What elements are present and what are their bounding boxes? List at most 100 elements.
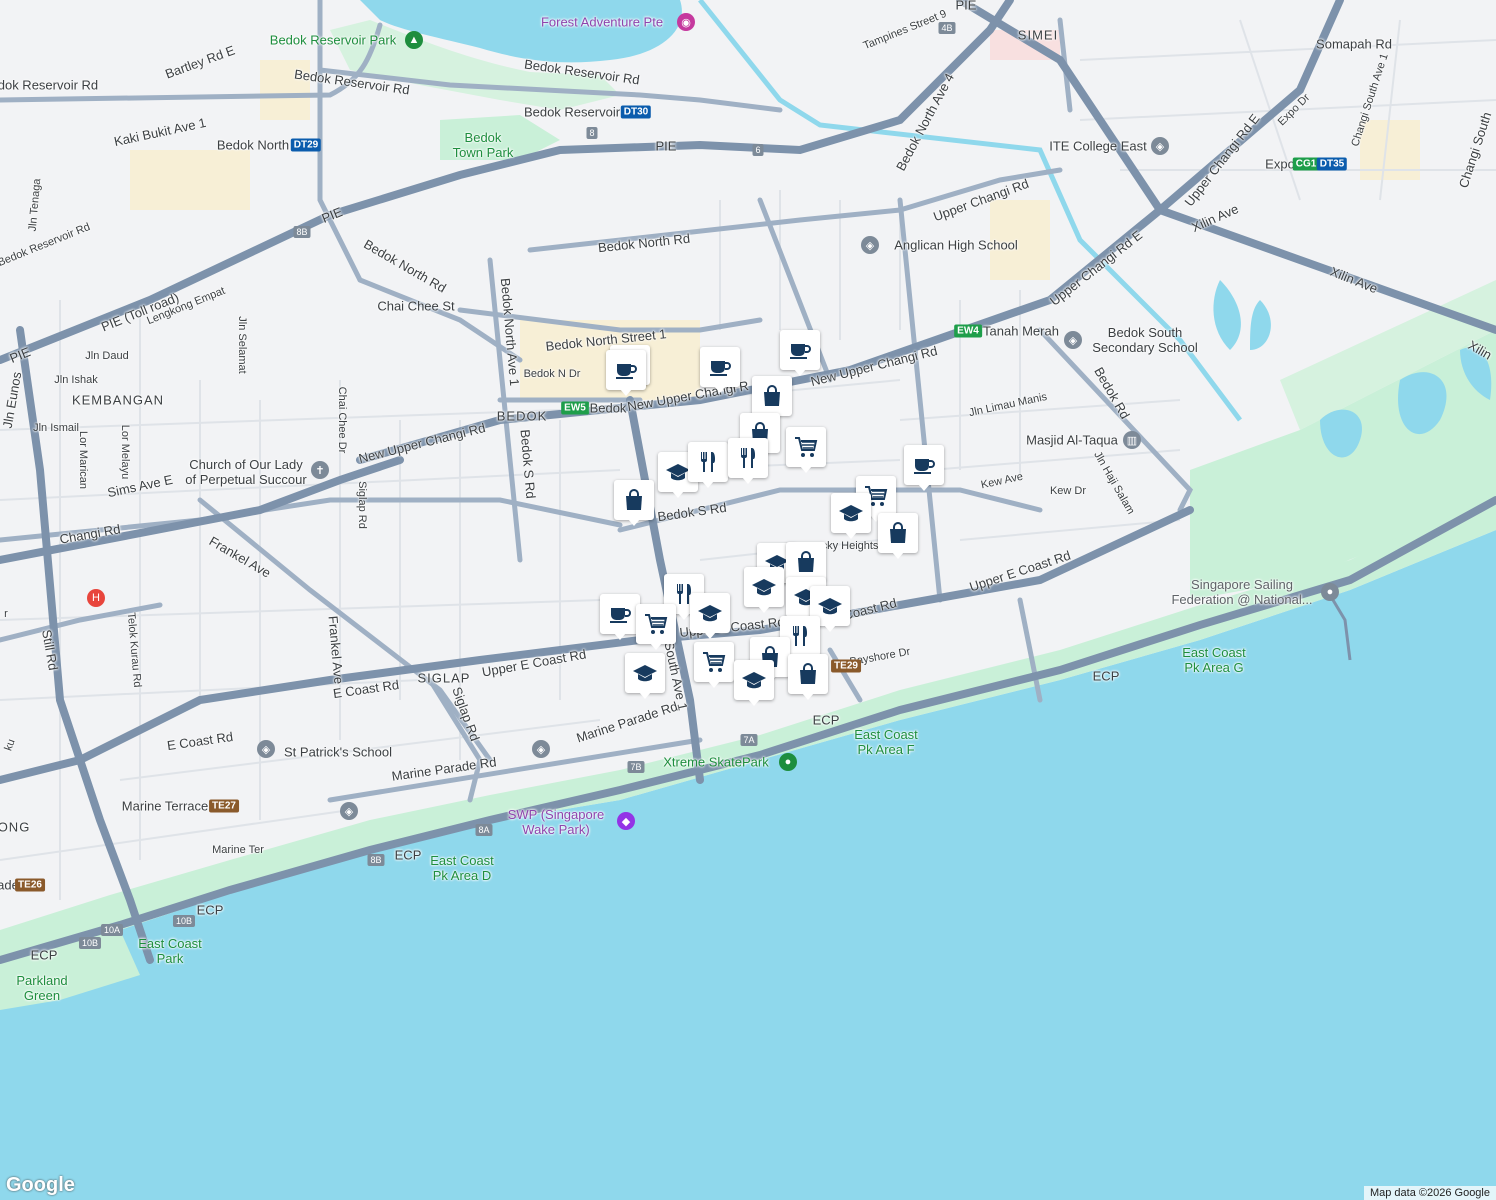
- map-pin[interactable]: [606, 350, 646, 396]
- school-poi-icon-2[interactable]: ◈: [1064, 331, 1082, 349]
- badge-exit-8b-2: 8B: [367, 854, 385, 866]
- label-simei: SIMEI: [1017, 27, 1059, 43]
- shopping-cart-icon: [790, 431, 822, 463]
- shopping-bag-icon: [790, 546, 822, 578]
- map-pin[interactable]: [625, 653, 665, 699]
- map-canvas[interactable]: Bedok Reservoir Park ▲ Forest Adventure …: [0, 0, 1496, 1200]
- badge-exit-6: 6: [752, 144, 764, 156]
- badge-te27: TE27: [209, 799, 239, 813]
- label-bedok-station: Bedok: [589, 400, 627, 416]
- map-pin[interactable]: [788, 654, 828, 700]
- badge-ew4: EW4: [954, 324, 982, 338]
- cafe-icon: [610, 354, 642, 386]
- restaurant-icon: [732, 442, 764, 474]
- label-marine-ter: Marine Ter: [212, 844, 264, 856]
- label-ecp-4: ECP: [196, 902, 224, 918]
- graduation-cap-icon[interactable]: ◈: [1151, 137, 1169, 155]
- shopping-bag-icon: [882, 517, 914, 549]
- map-pin[interactable]: [600, 594, 640, 640]
- label-bedok-north-station: Bedok North: [216, 137, 290, 153]
- label-siglap: SIGLAP: [417, 670, 471, 686]
- school-icon: [748, 571, 780, 603]
- shopping-bag-icon: [756, 380, 788, 412]
- cafe-icon: [604, 598, 636, 630]
- badge-cg1: CG1: [1292, 157, 1320, 171]
- restaurant-icon: [692, 446, 724, 478]
- label-bedok-town-park: Bedok Town Park: [452, 130, 514, 160]
- label-bedok-reservoir-park: Bedok Reservoir Park: [269, 32, 397, 48]
- camera-icon[interactable]: ◉: [677, 13, 695, 31]
- badge-te26: TE26: [15, 878, 45, 892]
- badge-exit-8: 8: [586, 127, 598, 139]
- map-pin[interactable]: [614, 480, 654, 526]
- map-pin[interactable]: [831, 493, 871, 539]
- map-pin[interactable]: [780, 330, 820, 376]
- label-ecp-5: ECP: [30, 947, 58, 963]
- shopping-cart-icon: [640, 608, 672, 640]
- park-icon[interactable]: ▲: [405, 31, 423, 49]
- badge-exit-8a: 8A: [475, 824, 493, 836]
- label-parkland-green: Parkland Green: [16, 973, 68, 1003]
- wake-park-icon[interactable]: ◆: [617, 812, 635, 830]
- map-pin[interactable]: [734, 660, 774, 706]
- map-pin[interactable]: [690, 593, 730, 639]
- school-icon: [835, 497, 867, 529]
- label-ong: ONG: [0, 819, 31, 835]
- label-chai-chee-dr: Chai Chee Dr: [336, 386, 348, 454]
- badge-exit-7a: 7A: [740, 734, 758, 746]
- map-pin[interactable]: [904, 445, 944, 491]
- map-pin[interactable]: [694, 642, 734, 688]
- label-bedok: BEDOK: [496, 408, 548, 424]
- cafe-icon: [784, 334, 816, 366]
- label-jln-ishak: Jln Ishak: [54, 374, 98, 386]
- label-ite: ITE College East: [1049, 138, 1147, 154]
- label-east-coast-park: East Coast Park: [138, 936, 202, 966]
- badge-exit-8b: 8B: [293, 226, 311, 238]
- label-lucky-heights: cky Heights: [821, 540, 879, 552]
- label-ecp-2: ECP: [812, 712, 840, 728]
- label-kew-dr: Kew Dr: [1049, 485, 1087, 497]
- skatepark-icon[interactable]: ●: [779, 753, 797, 771]
- label-somapah-rd: Somapah Rd: [1316, 36, 1392, 52]
- school-poi-icon-3[interactable]: ◈: [532, 740, 550, 758]
- school-icon: [694, 597, 726, 629]
- map-pin[interactable]: [700, 347, 740, 393]
- map-attribution: Map data ©2026 Google: [1363, 1186, 1496, 1200]
- label-church: Church of Our Lady of Perpetual Succour: [185, 457, 307, 487]
- cafe-icon: [704, 351, 736, 383]
- church-icon[interactable]: ✝: [311, 461, 329, 479]
- badge-exit-4b: 4B: [938, 22, 956, 34]
- mosque-icon[interactable]: ▥: [1123, 431, 1141, 449]
- label-jln-daud: Jln Daud: [85, 350, 129, 362]
- map-pin[interactable]: [744, 567, 784, 613]
- badge-dt29: DT29: [290, 138, 322, 152]
- map-pin[interactable]: [688, 442, 728, 488]
- badge-exit-10b-2: 10B: [78, 937, 102, 949]
- badge-exit-10a: 10A: [100, 924, 124, 936]
- shopping-bag-icon: [618, 484, 650, 516]
- school-poi-icon-5[interactable]: ◈: [340, 802, 358, 820]
- hospital-icon[interactable]: H: [87, 589, 105, 607]
- badge-dt35: DT35: [1316, 157, 1348, 171]
- map-pin[interactable]: [878, 513, 918, 559]
- school-poi-icon[interactable]: ◈: [861, 236, 879, 254]
- label-swp: SWP (Singapore Wake Park): [507, 807, 605, 837]
- label-kembangan: KEMBANGAN: [71, 392, 165, 408]
- label-forest-adventure: Forest Adventure Pte: [540, 14, 664, 30]
- label-bedok-reservoir-rd: Bedok Reservoir Rd: [0, 77, 99, 93]
- map-pin[interactable]: [752, 376, 792, 422]
- label-masjid: Masjid Al-Taqua: [1026, 432, 1118, 448]
- map-pin[interactable]: [728, 438, 768, 484]
- school-icon: [738, 664, 770, 696]
- map-pin[interactable]: [636, 604, 676, 650]
- map-pin[interactable]: [786, 427, 826, 473]
- label-jln-selamat: Jln Selamat: [236, 316, 248, 374]
- label-lor-marican: Lor Marican: [77, 430, 89, 490]
- school-poi-icon-4[interactable]: ◈: [257, 740, 275, 758]
- google-logo: Google: [6, 1174, 75, 1196]
- label-ecp-area-d: East Coast Pk Area D: [430, 853, 494, 883]
- map-pin[interactable]: [786, 542, 826, 588]
- school-icon: [629, 657, 661, 689]
- label-tanah-merah: Tanah Merah: [983, 323, 1059, 339]
- sailing-icon[interactable]: ●: [1321, 583, 1339, 601]
